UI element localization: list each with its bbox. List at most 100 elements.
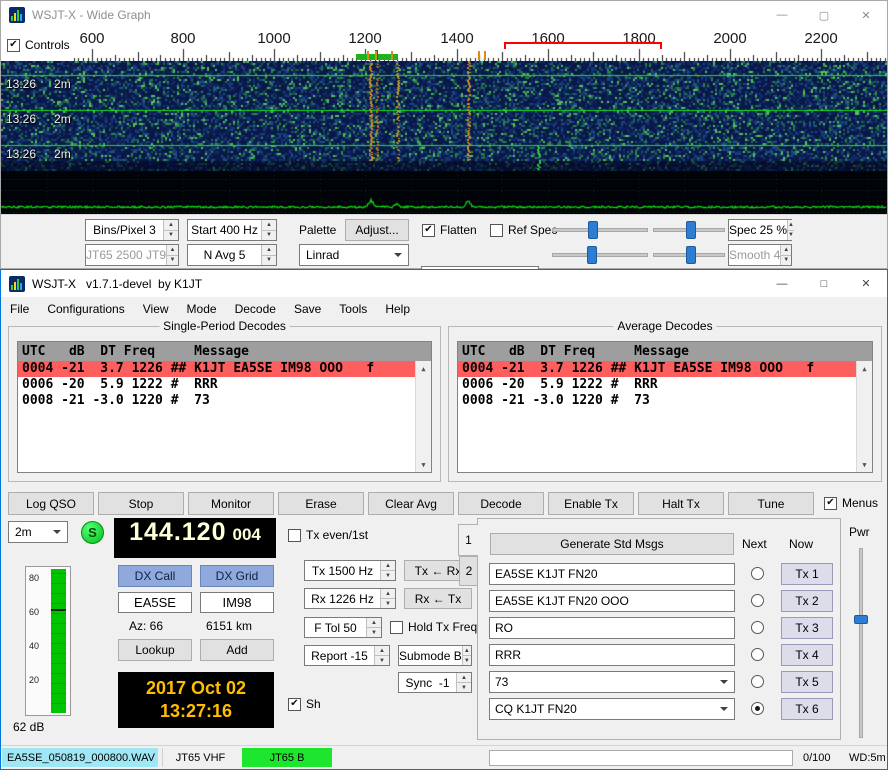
decode-row[interactable]: 0006 -20 5.9 1222 # RRR bbox=[458, 377, 872, 393]
menu-configurations[interactable]: Configurations bbox=[38, 297, 133, 320]
close-icon[interactable]: ✕ bbox=[845, 1, 887, 29]
spinner-arrows[interactable]: ▲▼ bbox=[163, 220, 178, 240]
maximize-icon[interactable]: ▢ bbox=[803, 1, 845, 29]
erase-button[interactable]: Erase bbox=[278, 492, 364, 515]
menu-decode[interactable]: Decode bbox=[226, 297, 285, 320]
scroll-down-icon[interactable]: ▼ bbox=[857, 457, 872, 472]
spinner-arrows[interactable]: ▲▼ bbox=[261, 220, 276, 240]
main-titlebar[interactable]: WSJT-X v1.7.1-devel by K1JT — □ ✕ bbox=[1, 270, 887, 297]
scroll-up-icon[interactable]: ▲ bbox=[416, 361, 431, 376]
halt-tx-button[interactable]: Halt Tx bbox=[638, 492, 724, 515]
bins-pixel-spinner[interactable]: Bins/Pixel 3 ▲▼ bbox=[85, 219, 179, 241]
scroll-up-icon[interactable]: ▲ bbox=[857, 361, 872, 376]
spinner-arrows[interactable]: ▲▼ bbox=[380, 561, 395, 580]
tune-button[interactable]: Tune bbox=[728, 492, 814, 515]
n-avg-spinner[interactable]: N Avg 5 ▲▼ bbox=[187, 244, 277, 266]
slider-handle[interactable] bbox=[587, 246, 597, 264]
tx3-message-field[interactable]: RO bbox=[489, 617, 735, 639]
tab-2[interactable]: 2 bbox=[459, 556, 479, 586]
menu-tools[interactable]: Tools bbox=[330, 297, 376, 320]
sh-checkbox[interactable]: ✔ Sh bbox=[288, 697, 321, 711]
tx5-now-button[interactable]: Tx 5 bbox=[781, 671, 833, 693]
log-qso-button[interactable]: Log QSO bbox=[8, 492, 94, 515]
ref-spec-checkbox[interactable]: Ref Spec bbox=[490, 223, 557, 237]
adjust-button[interactable]: Adjust... bbox=[345, 219, 409, 241]
tx4-next-radio[interactable] bbox=[751, 648, 764, 661]
spinner-arrows[interactable]: ▲▼ bbox=[380, 589, 395, 608]
decode-row[interactable]: 0004 -21 3.7 1226 ## K1JT EA5SE IM98 OOO… bbox=[458, 361, 872, 377]
spinner-arrows[interactable]: ▲▼ bbox=[462, 646, 471, 665]
tx-even-checkbox[interactable]: Tx even/1st bbox=[288, 528, 368, 542]
waterfall-display[interactable]: 13:262m 13:262m 13:262m bbox=[1, 61, 887, 171]
waterfall-zero-slider[interactable] bbox=[653, 219, 725, 241]
dx-call-button[interactable]: DX Call bbox=[118, 565, 192, 587]
menu-save[interactable]: Save bbox=[285, 297, 330, 320]
tx2-next-radio[interactable] bbox=[751, 594, 764, 607]
clear-avg-button[interactable]: Clear Avg bbox=[368, 492, 454, 515]
palette-combo[interactable]: Linrad bbox=[299, 244, 409, 266]
tx2-message-field[interactable]: EA5SE K1JT FN20 OOO bbox=[489, 590, 735, 612]
lookup-button[interactable]: Lookup bbox=[118, 639, 192, 661]
average-decodes-panel[interactable]: UTC dB DT Freq Message 0004 -21 3.7 1226… bbox=[457, 341, 873, 473]
spinner-arrows[interactable]: ▲▼ bbox=[456, 673, 471, 692]
rx-freq-spinner[interactable]: Rx 1226 Hz ▲▼ bbox=[304, 588, 396, 609]
start-freq-spinner[interactable]: Start 400 Hz ▲▼ bbox=[187, 219, 277, 241]
monitor-button[interactable]: Monitor bbox=[188, 492, 274, 515]
smooth-spinner[interactable]: Smooth 4 ▲▼ bbox=[728, 244, 792, 266]
tab-1[interactable]: 1 bbox=[458, 524, 478, 556]
spectrum-gain-slider[interactable] bbox=[552, 244, 648, 266]
controls-checkbox[interactable]: ✔ Controls bbox=[1, 29, 73, 61]
tx2-now-button[interactable]: Tx 2 bbox=[781, 590, 833, 612]
rx-from-tx-button[interactable]: Rx ← Tx bbox=[404, 588, 472, 609]
menu-help[interactable]: Help bbox=[376, 297, 419, 320]
menu-file[interactable]: File bbox=[1, 297, 38, 320]
spinner-arrows[interactable]: ▲▼ bbox=[166, 245, 178, 265]
wide-graph-titlebar[interactable]: WSJT-X - Wide Graph — ▢ ✕ bbox=[1, 1, 887, 29]
slider-handle[interactable] bbox=[588, 221, 598, 239]
tx1-now-button[interactable]: Tx 1 bbox=[781, 563, 833, 585]
tx6-next-radio[interactable] bbox=[751, 702, 764, 715]
menus-checkbox[interactable]: ✔ Menus bbox=[824, 496, 878, 510]
decode-row[interactable]: 0008 -21 -3.0 1220 # 73 bbox=[458, 393, 872, 409]
scroll-down-icon[interactable]: ▼ bbox=[416, 457, 431, 472]
decode-row[interactable]: 0008 -21 -3.0 1220 # 73 bbox=[18, 393, 431, 409]
slider-handle[interactable] bbox=[686, 246, 696, 264]
add-button[interactable]: Add bbox=[200, 639, 274, 661]
decode-row[interactable]: 0006 -20 5.9 1222 # RRR bbox=[18, 377, 431, 393]
spinner-arrows[interactable]: ▲▼ bbox=[780, 245, 791, 265]
minimize-icon[interactable]: — bbox=[761, 270, 803, 297]
single-decodes-panel[interactable]: UTC dB DT Freq Message 0004 -21 3.7 1226… bbox=[17, 341, 432, 473]
decode-scrollbar[interactable]: ▲ ▼ bbox=[415, 361, 431, 472]
jt65-jt9-split-spinner[interactable]: JT65 2500 JT9 ▲▼ bbox=[85, 244, 179, 266]
menu-mode[interactable]: Mode bbox=[178, 297, 226, 320]
tx3-next-radio[interactable] bbox=[751, 621, 764, 634]
decode-button[interactable]: Decode bbox=[458, 492, 544, 515]
sync-spinner[interactable]: Sync -1 ▲▼ bbox=[398, 672, 472, 693]
tx4-now-button[interactable]: Tx 4 bbox=[781, 644, 833, 666]
report-spinner[interactable]: Report -15 ▲▼ bbox=[304, 645, 390, 666]
frequency-scale[interactable]: 600 800 1000 1200 1400 1600 1800 2000 22… bbox=[1, 29, 887, 61]
slider-handle[interactable] bbox=[854, 615, 868, 624]
decode-row[interactable]: 0004 -21 3.7 1226 ## K1JT EA5SE IM98 OOO… bbox=[18, 361, 431, 377]
spec-percent-spinner[interactable]: Spec 25 % ▲▼ bbox=[728, 219, 792, 241]
spinner-arrows[interactable]: ▲▼ bbox=[787, 220, 794, 240]
tx3-now-button[interactable]: Tx 3 bbox=[781, 617, 833, 639]
enable-tx-button[interactable]: Enable Tx bbox=[548, 492, 634, 515]
dx-grid-field[interactable]: IM98 bbox=[200, 592, 274, 613]
tx6-message-combo[interactable]: CQ K1JT FN20 bbox=[489, 698, 735, 720]
menu-view[interactable]: View bbox=[134, 297, 178, 320]
decode-scrollbar[interactable]: ▲ ▼ bbox=[856, 361, 872, 472]
minimize-icon[interactable]: — bbox=[761, 1, 803, 29]
maximize-icon[interactable]: □ bbox=[803, 270, 845, 297]
generate-std-msgs-button[interactable]: Generate Std Msgs bbox=[490, 533, 734, 555]
band-combo[interactable]: 2m bbox=[8, 521, 68, 543]
spectrum-zero-slider[interactable] bbox=[653, 244, 725, 266]
spinner-arrows[interactable]: ▲▼ bbox=[366, 618, 381, 637]
close-icon[interactable]: ✕ bbox=[845, 270, 887, 297]
tx4-message-field[interactable]: RRR bbox=[489, 644, 735, 666]
hold-tx-freq-checkbox[interactable]: Hold Tx Freq bbox=[390, 620, 477, 634]
dx-grid-button[interactable]: DX Grid bbox=[200, 565, 274, 587]
flatten-checkbox[interactable]: ✔ Flatten bbox=[422, 223, 477, 237]
tx-freq-spinner[interactable]: Tx 1500 Hz ▲▼ bbox=[304, 560, 396, 581]
waterfall-gain-slider[interactable] bbox=[552, 219, 648, 241]
